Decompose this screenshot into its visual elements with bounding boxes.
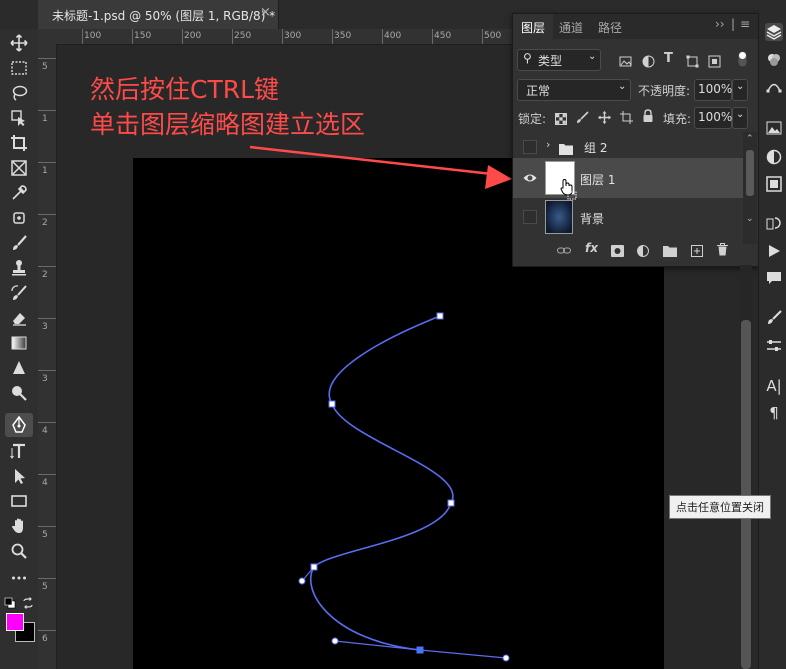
tooltip[interactable]: 点击任意位置关闭 <box>669 495 771 519</box>
paragraph-panel-icon[interactable]: ¶ <box>765 404 783 422</box>
annotation-line-2: 单击图层缩略图建立选区 <box>90 110 366 139</box>
filter-toggle-icon[interactable] <box>738 51 747 67</box>
layer-name: 背景 <box>580 212 605 226</box>
paths-panel-icon[interactable] <box>765 77 783 95</box>
layer-name: 组 2 <box>584 141 608 155</box>
actions-play-icon[interactable] <box>765 242 783 260</box>
channels-panel-icon[interactable] <box>765 51 783 69</box>
comments-panel-icon[interactable] <box>765 269 783 287</box>
filter-smart-object-icon[interactable] <box>708 53 721 72</box>
path-anchor-point-selected[interactable] <box>416 646 424 654</box>
annotation-line-1: 然后按住CTRL键 <box>90 75 280 104</box>
layer-thumbnail[interactable] <box>545 200 573 234</box>
delete-layer-icon[interactable] <box>717 241 728 260</box>
right-panel-dock: A| ¶ <box>758 13 786 669</box>
libraries-panel-icon[interactable] <box>765 119 783 137</box>
layer-visibility-toggle[interactable] <box>523 210 537 224</box>
character-panel-icon[interactable]: A| <box>765 377 783 395</box>
tab-layers[interactable]: 图层 <box>521 19 545 36</box>
chevron-right-icon[interactable]: › <box>546 138 550 151</box>
chevron-down-icon: ⌄ <box>618 81 627 92</box>
separator: | <box>731 17 736 31</box>
layer-filter-select[interactable]: ⚲ 类型 ⌄ <box>517 49 601 71</box>
bezier-handle[interactable] <box>331 637 339 645</box>
folder-icon <box>559 140 573 159</box>
link-layers-icon[interactable] <box>557 242 571 261</box>
new-layer-icon[interactable] <box>691 242 703 261</box>
tab-channels[interactable]: 通道 <box>559 19 583 36</box>
layers-scroll-thumb[interactable] <box>746 150 754 196</box>
lock-label: 锁定: <box>518 112 547 126</box>
lock-image-pixels-icon[interactable] <box>576 109 589 128</box>
filter-shape-icon[interactable] <box>686 53 699 72</box>
layers-scrollbar[interactable]: ⌃ ⌄ <box>743 132 757 244</box>
bezier-handle[interactable] <box>298 577 306 585</box>
bezier-handle[interactable] <box>502 654 510 662</box>
opacity-label: 不透明度: <box>638 84 691 98</box>
panel-tab-bar: 图层 通道 路径 ›› | ≡ <box>513 14 758 39</box>
chevron-down-icon: ⌄ <box>736 81 745 92</box>
fill-input[interactable]: 100% <box>694 107 732 129</box>
add-mask-icon[interactable] <box>611 242 624 261</box>
fill-dropdown[interactable]: ⌄ <box>732 107 748 129</box>
chevron-down-icon[interactable]: ⌄ <box>746 214 754 224</box>
layer-row-layer-1[interactable]: 图层 1 <box>513 158 743 200</box>
adjustments-panel-icon[interactable] <box>765 148 783 166</box>
lock-all-icon[interactable] <box>642 108 654 127</box>
layer-visibility-toggle[interactable] <box>523 140 537 154</box>
layers-panel-icon[interactable] <box>765 23 783 41</box>
blend-mode-value: 正常 <box>526 84 551 98</box>
layer-filter-label: 类型 <box>538 54 563 68</box>
search-icon: ⚲ <box>523 51 532 65</box>
lock-artboard-icon[interactable] <box>620 109 633 128</box>
properties-panel-icon[interactable] <box>765 175 783 193</box>
opacity-input[interactable]: 100% <box>694 79 732 101</box>
path-anchor-point[interactable] <box>310 563 318 571</box>
layer-name: 图层 1 <box>580 173 616 187</box>
tab-paths[interactable]: 路径 <box>598 19 622 36</box>
chevron-up-icon[interactable]: ⌃ <box>746 134 754 144</box>
lock-position-icon[interactable] <box>598 109 611 128</box>
filter-pixel-icon[interactable] <box>619 53 632 72</box>
blend-mode-select[interactable]: 正常 ⌄ <box>517 79 631 101</box>
filter-adjustment-icon[interactable] <box>642 53 655 72</box>
eye-icon[interactable] <box>523 170 537 184</box>
collapse-panels-icon[interactable]: ›› <box>715 17 725 31</box>
layers-panel: 图层 通道 路径 ›› | ≡ ⚲ 类型 ⌄ T 正常 ⌄ 不透明度: 100%… <box>512 13 759 267</box>
path-anchor-point[interactable] <box>436 312 444 320</box>
opacity-dropdown[interactable]: ⌄ <box>732 79 748 101</box>
annotation-arrow <box>249 145 512 189</box>
history-panel-icon[interactable] <box>765 214 783 232</box>
fx-icon[interactable]: fx <box>585 241 598 255</box>
filter-type-icon[interactable]: T <box>664 51 673 66</box>
opacity-value: 100% <box>698 82 733 96</box>
tutorial-annotation: 然后按住CTRL键 单击图层缩略图建立选区 <box>90 72 365 142</box>
adjustment-layer-icon[interactable] <box>637 242 649 261</box>
fill-value: 100% <box>698 110 733 124</box>
panel-menu-icon[interactable]: ≡ <box>740 17 750 31</box>
path-anchor-point[interactable] <box>328 400 336 408</box>
brush-settings-icon[interactable] <box>765 309 783 327</box>
pen-path[interactable] <box>301 315 507 659</box>
new-group-icon[interactable] <box>663 242 677 261</box>
layers-bottom-bar: fx <box>513 234 758 264</box>
layer-row-background[interactable]: 背景 <box>513 198 743 234</box>
path-anchor-point[interactable] <box>447 499 455 507</box>
chevron-down-icon: ⌄ <box>588 51 597 62</box>
fill-label: 填充: <box>663 112 692 126</box>
chevron-down-icon: ⌄ <box>736 109 745 120</box>
tool-presets-icon[interactable] <box>765 337 783 355</box>
